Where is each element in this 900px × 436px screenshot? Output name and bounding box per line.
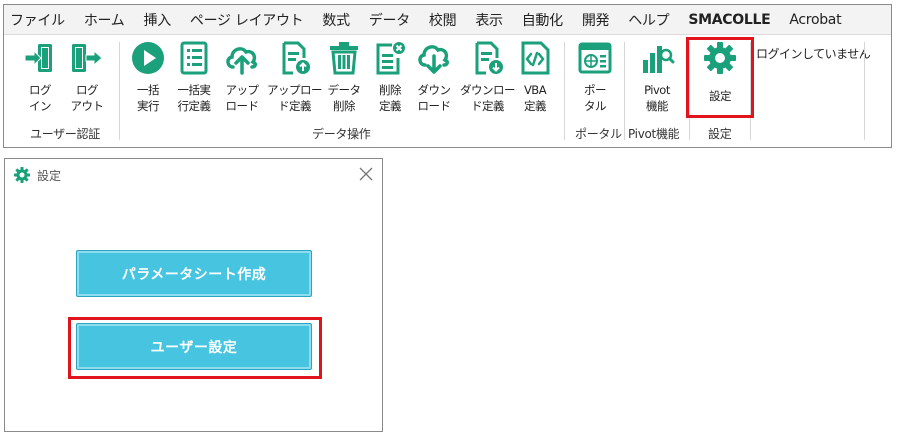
- download-label: ダウン ロード: [417, 83, 452, 113]
- menu-automate[interactable]: 自動化: [522, 10, 563, 30]
- logout-label: ログ アウト: [70, 83, 105, 113]
- upload-definition-label: アップロー ド定義: [267, 83, 323, 113]
- group-divider: [864, 42, 865, 140]
- menu-formulas[interactable]: 数式: [322, 10, 350, 30]
- download-button[interactable]: ダウン ロード: [416, 40, 452, 114]
- delete-definition-button[interactable]: 削除 定義: [372, 40, 408, 114]
- login-status-text: ログインしていません: [756, 47, 871, 61]
- bar-chart-search-icon: [643, 46, 675, 73]
- delete-definition-label: 削除 定義: [379, 83, 402, 113]
- group-divider: [624, 42, 625, 140]
- pivot-label: Pivot 機能: [644, 83, 670, 113]
- menu-file[interactable]: ファイル: [10, 10, 65, 30]
- upload-definition-button[interactable]: アップロー ド定義: [267, 40, 323, 114]
- menu-smacolle[interactable]: SMACOLLE: [688, 12, 770, 28]
- user-settings-highlight-box: [68, 317, 322, 379]
- cloud-upload-icon: [226, 47, 257, 75]
- menu-home[interactable]: ホーム: [84, 10, 125, 30]
- settings-dialog: 設定 パラメータシート作成 ユーザー設定: [4, 158, 383, 432]
- parameter-sheet-create-button[interactable]: パラメータシート作成: [76, 250, 312, 297]
- group-label-data-ops: データ操作: [312, 127, 371, 141]
- menu-bar: ファイル ホーム 挿入 ページ レイアウト 数式 データ 校閲 表示 自動化 開…: [4, 5, 891, 35]
- menu-acrobat[interactable]: Acrobat: [789, 12, 841, 28]
- cloud-download-icon: [418, 45, 449, 74]
- upload-label: アップ ロード: [225, 83, 260, 113]
- menu-insert[interactable]: 挿入: [144, 10, 172, 30]
- portal-button[interactable]: ポー タル: [577, 40, 613, 114]
- batch-definition-label: 一括実 行定義: [177, 83, 212, 113]
- menu-view[interactable]: 表示: [475, 10, 503, 30]
- settings-highlight-box: [686, 37, 754, 118]
- list-document-icon: [180, 41, 208, 75]
- login-icon: [24, 44, 52, 72]
- pivot-button[interactable]: Pivot 機能: [639, 40, 675, 114]
- data-delete-label: データ 削除: [327, 83, 362, 113]
- menu-page-layout[interactable]: ページ レイアウト: [190, 10, 304, 30]
- group-label-pivot: Pivot機能: [628, 127, 680, 141]
- document-delete-icon: [376, 42, 405, 75]
- group-label-user-auth: ユーザー認証: [30, 127, 100, 141]
- logout-icon: [72, 44, 103, 72]
- parameter-sheet-create-label: パラメータシート作成: [121, 266, 267, 283]
- logout-button[interactable]: ログ アウト: [69, 40, 105, 114]
- menu-review[interactable]: 校閲: [429, 10, 457, 30]
- document-download-icon: [475, 41, 503, 75]
- ribbon-body: ログ イン ログ アウト ユーザー認証 一括 実行 一括実 行定義 アップ ロー…: [4, 36, 891, 148]
- batch-run-label: 一括 実行: [137, 83, 160, 113]
- menu-help[interactable]: ヘルプ: [628, 10, 669, 30]
- download-definition-label: ダウンロー ド定義: [460, 83, 516, 113]
- trash-icon: [330, 42, 358, 75]
- data-delete-button[interactable]: データ 削除: [326, 40, 362, 114]
- group-label-settings: 設定: [708, 127, 732, 141]
- dialog-title-bar[interactable]: 設定: [5, 159, 382, 191]
- download-definition-button[interactable]: ダウンロー ド定義: [460, 40, 516, 114]
- portal-label: ポー タル: [584, 83, 607, 113]
- group-label-portal: ポータル: [575, 127, 622, 141]
- gear-icon: [14, 167, 30, 183]
- login-button[interactable]: ログ イン: [22, 40, 58, 114]
- dialog-title: 設定: [37, 168, 62, 183]
- batch-definition-button[interactable]: 一括実 行定義: [176, 40, 212, 114]
- group-divider: [564, 42, 565, 140]
- upload-button[interactable]: アップ ロード: [224, 40, 260, 114]
- batch-run-button[interactable]: 一括 実行: [130, 40, 166, 114]
- menu-developer[interactable]: 開発: [582, 10, 610, 30]
- vba-definition-label: VBA 定義: [523, 83, 547, 113]
- close-icon[interactable]: [358, 166, 374, 182]
- vba-definition-button[interactable]: VBA 定義: [517, 40, 553, 114]
- menu-data[interactable]: データ: [369, 10, 410, 30]
- document-upload-icon: [282, 41, 310, 75]
- web-portal-icon: [578, 42, 612, 74]
- play-icon: [132, 42, 164, 74]
- login-label: ログ イン: [29, 83, 52, 113]
- code-file-icon: [521, 41, 550, 75]
- excel-ribbon: ファイル ホーム 挿入 ページ レイアウト 数式 データ 校閲 表示 自動化 開…: [3, 4, 892, 148]
- group-divider: [119, 42, 120, 140]
